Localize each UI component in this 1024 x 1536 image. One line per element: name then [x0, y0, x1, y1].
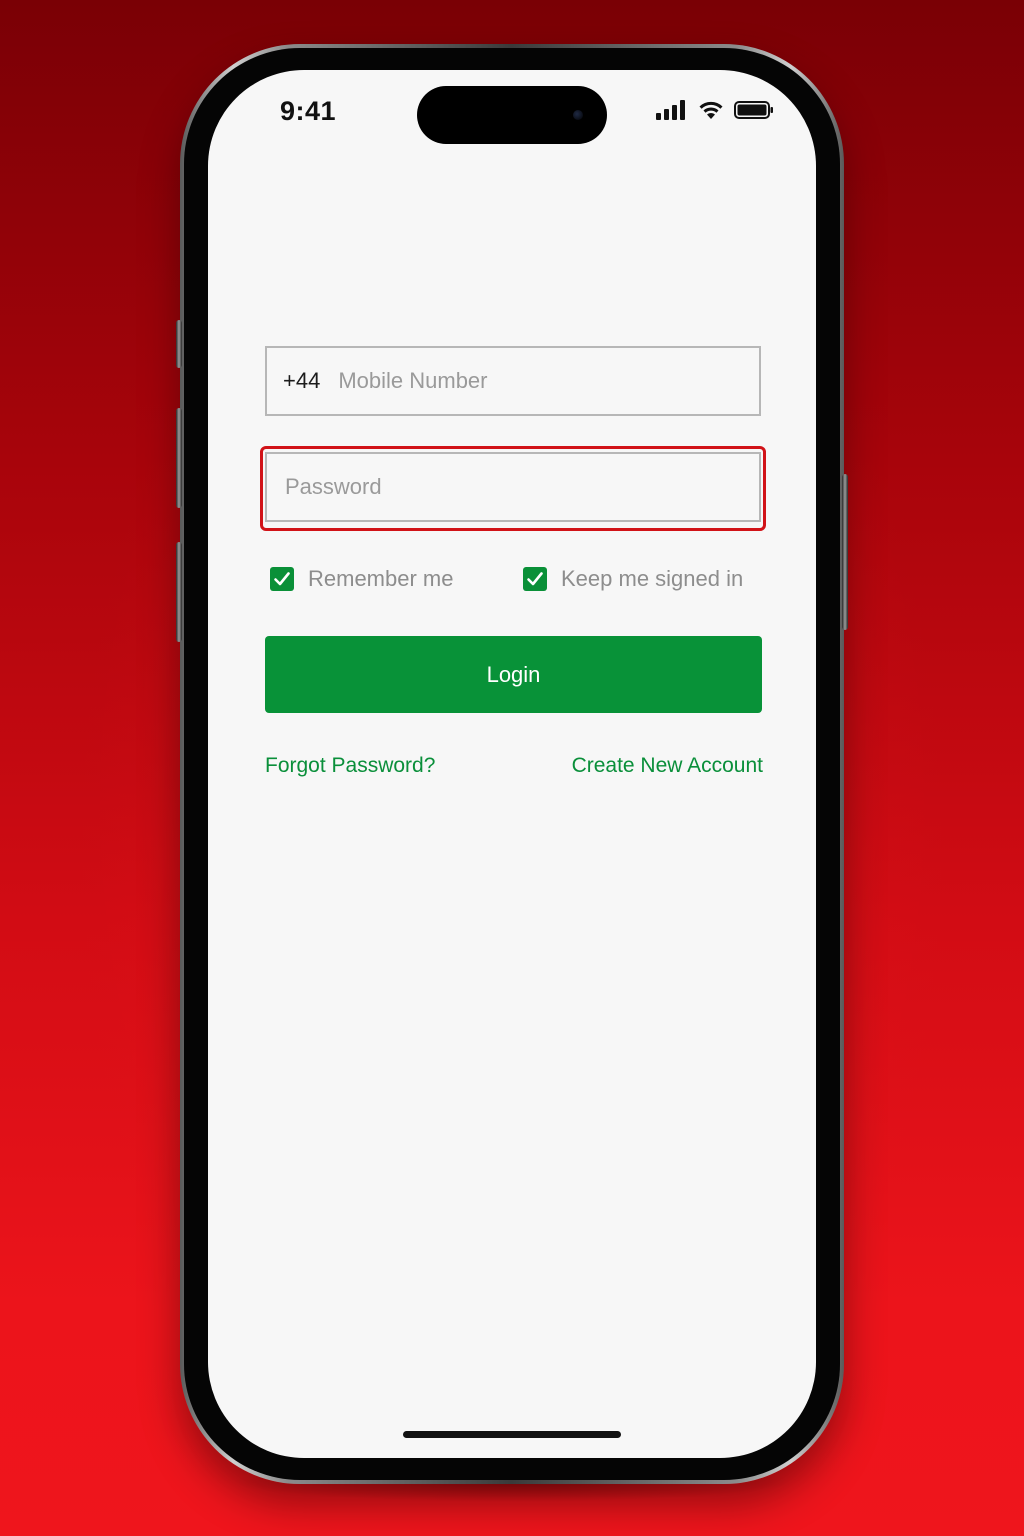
checkmark-icon — [527, 572, 543, 586]
status-icons — [656, 100, 774, 120]
remember-me-checkbox[interactable] — [270, 567, 294, 591]
create-account-link[interactable]: Create New Account — [572, 754, 763, 778]
phone-screen: 9:41 +44 Mobile Number Remember me Keep … — [208, 70, 816, 1458]
volume-up-button — [176, 408, 182, 508]
password-field — [265, 452, 761, 522]
status-time: 9:41 — [280, 96, 337, 126]
keep-signed-in-checkbox[interactable] — [523, 567, 547, 591]
power-button — [842, 474, 848, 630]
keep-signed-in-label: Keep me signed in — [561, 566, 744, 591]
signal-icon — [656, 100, 685, 120]
password-input[interactable] — [283, 453, 759, 521]
front-camera-icon — [573, 110, 583, 120]
keep-signed-in-option[interactable]: Keep me signed in — [523, 566, 743, 592]
remember-me-label: Remember me — [308, 566, 454, 591]
remember-me-option[interactable]: Remember me — [270, 566, 453, 592]
home-indicator[interactable] — [403, 1431, 621, 1438]
battery-icon — [734, 101, 773, 119]
volume-down-button — [176, 542, 182, 642]
dynamic-island — [417, 86, 607, 144]
mobile-number-field: +44 — [265, 346, 761, 416]
action-button — [176, 320, 182, 368]
forgot-password-link[interactable]: Forgot Password? — [265, 754, 435, 778]
mobile-number-input[interactable] — [336, 347, 759, 415]
login-button[interactable]: Login — [265, 636, 762, 713]
wifi-icon — [699, 101, 723, 119]
checkmark-icon — [274, 572, 290, 586]
phone-frame: 9:41 +44 Mobile Number Remember me Keep … — [176, 44, 848, 1484]
country-code-prefix[interactable]: +44 — [283, 368, 320, 394]
